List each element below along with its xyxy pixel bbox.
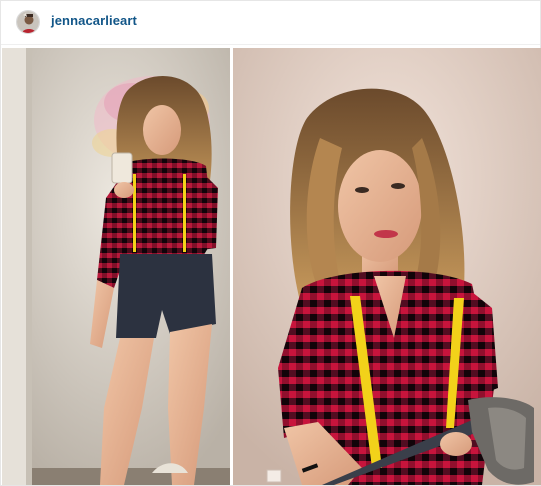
mirror-selfie-photo xyxy=(2,48,230,485)
profile-avatar[interactable] xyxy=(16,10,40,34)
username-link[interactable]: jennacarlieart xyxy=(51,13,137,28)
collage-image xyxy=(2,48,541,485)
instagram-post: jennacarlieart xyxy=(0,0,541,486)
post-header: jennacarlieart xyxy=(1,1,540,45)
post-photo-collage[interactable] xyxy=(2,48,541,485)
portrait-photo-with-axe xyxy=(233,48,541,485)
avatar-image xyxy=(17,11,39,33)
